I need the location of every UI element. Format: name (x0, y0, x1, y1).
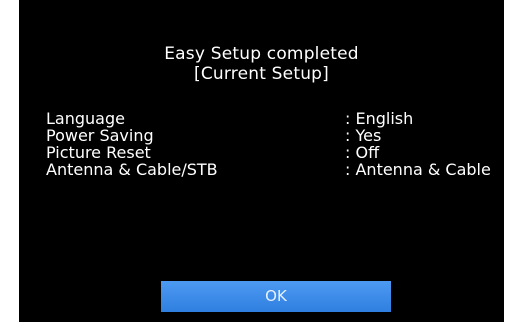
settings-list: Language : English Power Saving : Yes Pi… (46, 110, 506, 178)
dialog-heading: Easy Setup completed [Current Setup] (19, 44, 504, 84)
setting-row-antenna: Antenna & Cable/STB : Antenna & Cable (46, 161, 506, 178)
setting-row-language: Language : English (46, 110, 506, 127)
setting-label: Picture Reset (46, 143, 151, 162)
ok-button[interactable]: OK (161, 281, 391, 312)
setting-label: Power Saving (46, 126, 154, 145)
setting-value: : Off (345, 143, 380, 162)
setting-value: : Yes (345, 126, 382, 145)
setting-row-power-saving: Power Saving : Yes (46, 127, 506, 144)
setting-row-picture-reset: Picture Reset : Off (46, 144, 506, 161)
setting-value: : Antenna & Cable (345, 160, 491, 179)
setting-value: : English (345, 109, 414, 128)
dialog-subtitle: [Current Setup] (194, 64, 329, 84)
setting-label: Antenna & Cable/STB (46, 160, 218, 179)
setting-label: Language (46, 109, 125, 128)
setup-summary-screen: Easy Setup completed [Current Setup] Lan… (19, 0, 504, 322)
dialog-title: Easy Setup completed (164, 44, 359, 64)
